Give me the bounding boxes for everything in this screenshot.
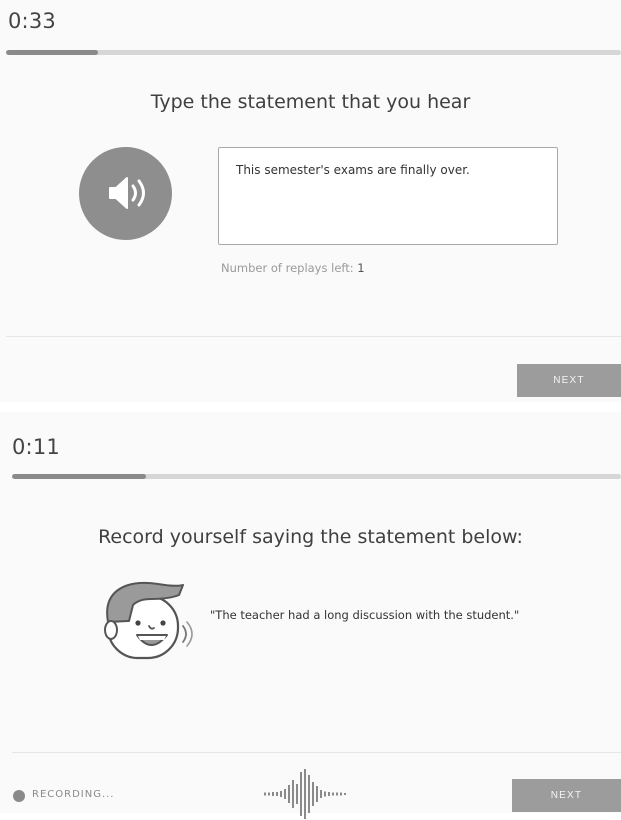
timer: 0:33 bbox=[8, 9, 56, 33]
progress-bar-fill bbox=[12, 474, 146, 479]
recording-dot-icon bbox=[13, 790, 25, 802]
question-heading: Record yourself saying the statement bel… bbox=[98, 526, 523, 548]
audio-waveform-icon bbox=[264, 769, 346, 819]
replays-label: Number of replays left: bbox=[221, 261, 354, 275]
progress-bar-fill bbox=[6, 50, 99, 55]
divider bbox=[6, 336, 621, 337]
progress-bar bbox=[12, 474, 621, 479]
speaking-character-icon bbox=[104, 581, 193, 660]
recording-status: RECORDING... bbox=[32, 789, 115, 800]
statement-text: "The teacher had a long discussion with … bbox=[210, 608, 520, 622]
next-button[interactable]: NEXT bbox=[512, 779, 621, 812]
next-button[interactable]: NEXT bbox=[517, 364, 621, 397]
progress-bar bbox=[6, 50, 621, 55]
divider bbox=[12, 752, 621, 753]
answer-input[interactable]: This semester's exams are finally over. bbox=[218, 147, 558, 245]
question-heading: Type the statement that you hear bbox=[150, 91, 471, 113]
timer: 0:11 bbox=[12, 435, 60, 459]
speaker-button[interactable] bbox=[79, 147, 172, 240]
replays-remaining: Number of replays left: 1 bbox=[221, 261, 365, 275]
speaker-volume-icon bbox=[109, 177, 145, 209]
replays-count: 1 bbox=[357, 261, 365, 275]
